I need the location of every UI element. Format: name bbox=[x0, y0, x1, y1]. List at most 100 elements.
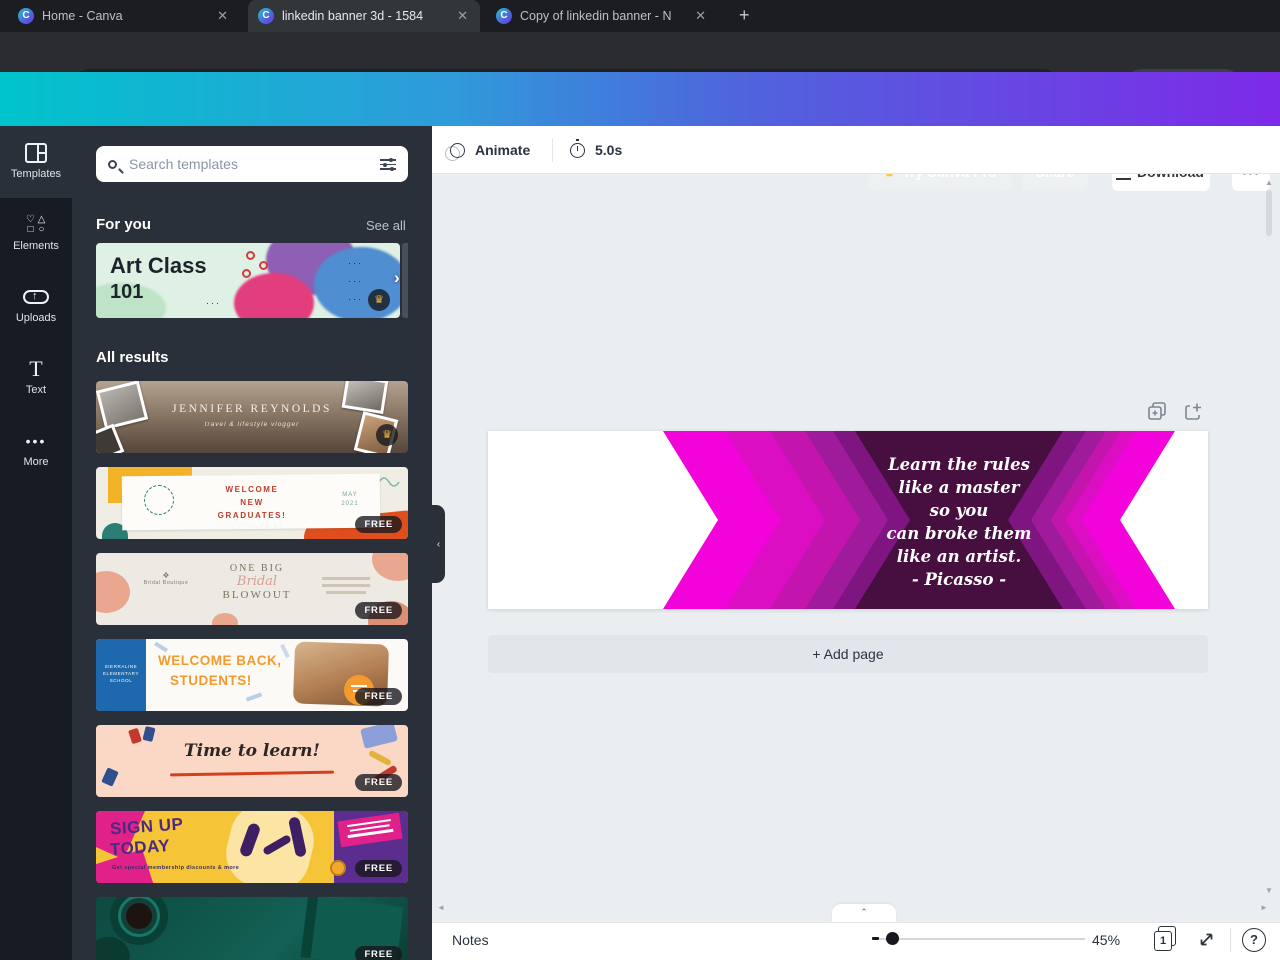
template-subtitle: travel & lifestyle vlogger bbox=[204, 421, 300, 428]
free-badge: FREE bbox=[355, 602, 402, 619]
template-title2: TODAY bbox=[109, 835, 171, 860]
vscroll-down-icon[interactable]: ▼ bbox=[1265, 886, 1273, 895]
hscroll-right-icon[interactable]: ► bbox=[1260, 903, 1268, 912]
free-badge: FREE bbox=[355, 946, 402, 960]
free-badge: FREE bbox=[355, 860, 402, 877]
animate-icon bbox=[445, 142, 465, 161]
template-learn[interactable]: Time to learn! FREE bbox=[96, 725, 408, 797]
see-all-link[interactable]: See all bbox=[366, 218, 406, 233]
search-input[interactable] bbox=[127, 155, 370, 173]
vscroll-up-icon[interactable]: ▲ bbox=[1265, 178, 1273, 187]
diamond-icon: ❖ bbox=[162, 571, 170, 580]
free-badge: FREE bbox=[355, 516, 402, 533]
sidebar-item-uploads[interactable]: Uploads bbox=[0, 270, 72, 342]
coin-icon bbox=[330, 860, 346, 876]
close-icon[interactable]: ✕ bbox=[215, 8, 230, 24]
notes-button[interactable]: Notes bbox=[452, 932, 489, 948]
add-page-label: + Add page bbox=[812, 646, 884, 662]
page-count-button[interactable]: 1 bbox=[1154, 926, 1176, 952]
template-title: ONE BIG Bridal BLOWOUT bbox=[222, 563, 292, 601]
more-dots-icon: ••• bbox=[25, 433, 47, 449]
bridal-logo: ❖ Bridal Boutique bbox=[136, 571, 196, 586]
statusbar-divider bbox=[1230, 928, 1231, 952]
status-bar bbox=[432, 922, 1280, 960]
timer-icon bbox=[570, 138, 585, 158]
pro-crown-badge: ♛ bbox=[368, 289, 390, 311]
sidebar-label: Uploads bbox=[15, 312, 57, 324]
search-box[interactable] bbox=[96, 146, 408, 182]
template-subtitle: Get special membership discounts & more bbox=[112, 865, 240, 871]
sidebar-label: Text bbox=[25, 384, 47, 396]
canva-header: ‹ Home File ♛ Resize All changes saved l… bbox=[0, 72, 1280, 191]
fullscreen-icon[interactable] bbox=[1198, 931, 1215, 953]
text-icon: T bbox=[29, 356, 43, 381]
upload-cloud-icon bbox=[0, 284, 72, 310]
free-badge: FREE bbox=[355, 774, 402, 791]
carousel-next-icon[interactable]: › bbox=[394, 268, 400, 288]
template-title2: STUDENTS! bbox=[170, 673, 252, 688]
vscroll-thumb[interactable] bbox=[1266, 190, 1272, 236]
tab-copy-design[interactable]: C Copy of linkedin banner - N ✕ bbox=[486, 0, 718, 32]
screen: C Home - Canva ✕ C linkedin banner 3d - … bbox=[0, 0, 1280, 960]
canva-favicon: C bbox=[496, 8, 512, 24]
duration-button[interactable]: 5.0s bbox=[570, 138, 623, 158]
design-page[interactable]: Learn the rules like a master so you can… bbox=[488, 431, 1208, 609]
sidebar-item-elements[interactable]: ♡ △ □ ○ Elements bbox=[0, 198, 72, 270]
all-results-heading: All results bbox=[96, 349, 169, 366]
template-signup[interactable]: SIGN UP TODAY Get special membership dis… bbox=[96, 811, 408, 883]
wreath-logo bbox=[144, 485, 174, 515]
duration-value: 5.0s bbox=[595, 142, 623, 158]
carousel-next-preview bbox=[402, 243, 408, 318]
sidebar-label: Templates bbox=[10, 168, 62, 180]
template-title: Time to learn! bbox=[183, 741, 320, 761]
art-class-sub: 101 bbox=[110, 281, 144, 303]
hscroll-left-icon[interactable]: ◄ bbox=[437, 903, 445, 912]
template-students[interactable]: SIERRALINE ELEMENTARY SCHOOL WELCOME BACK,… bbox=[96, 639, 408, 711]
canva-favicon: C bbox=[18, 8, 34, 24]
template-title: WELCOME NEW GRADUATES! bbox=[217, 485, 287, 520]
close-icon[interactable]: ✕ bbox=[693, 8, 708, 24]
canva-favicon: C bbox=[258, 8, 274, 24]
browser-toolbar: ← → ⟳ canva.com/design/DAEnkiDPd50/n0VbJ… bbox=[0, 32, 1280, 99]
template-graduates[interactable]: WELCOME NEW GRADUATES! MAY 2021 FREE bbox=[96, 467, 408, 539]
template-jennifer[interactable]: JENNIFER REYNOLDS travel & lifestyle vlo… bbox=[96, 381, 408, 453]
chevron-artwork bbox=[488, 431, 1208, 609]
zoom-slider-min-mark bbox=[872, 937, 879, 940]
duplicate-page-button[interactable] bbox=[1148, 402, 1167, 421]
template-bridal[interactable]: ❖ Bridal Boutique ONE BIG Bridal BLOWOUT… bbox=[96, 553, 408, 625]
tab-title: linkedin banner 3d - 1584 bbox=[282, 9, 424, 23]
zoom-slider-thumb[interactable] bbox=[886, 932, 899, 945]
zoom-level[interactable]: 45% bbox=[1092, 932, 1120, 948]
panel-collapse-handle[interactable]: ‹ bbox=[432, 505, 445, 583]
new-tab-button[interactable]: + bbox=[739, 6, 750, 24]
toolbar-divider bbox=[552, 138, 553, 162]
toolbar-collapse-tab[interactable]: ⌃ bbox=[832, 904, 896, 922]
sidebar-rail: Templates ♡△□○ Elements Uploads T Text •… bbox=[0, 126, 72, 960]
tab-title: Copy of linkedin banner - N bbox=[520, 9, 672, 23]
tab-home[interactable]: C Home - Canva ✕ bbox=[8, 0, 240, 32]
sidebar-item-text[interactable]: T Text bbox=[0, 342, 72, 414]
school-name: SIERRALINE ELEMENTARY SCHOOL bbox=[102, 664, 140, 683]
template-coffee[interactable]: FREE bbox=[96, 897, 408, 960]
page-count-value: 1 bbox=[1154, 931, 1172, 951]
add-page-button[interactable]: + Add page bbox=[488, 635, 1208, 673]
for-you-heading: For you bbox=[96, 216, 151, 233]
close-icon[interactable]: ✕ bbox=[455, 8, 470, 24]
zoom-slider-track[interactable] bbox=[876, 938, 1085, 940]
art-class-title: Art Class bbox=[110, 253, 207, 278]
add-page-icon-button[interactable] bbox=[1185, 402, 1204, 421]
browser-tab-strip: C Home - Canva ✕ C linkedin banner 3d - … bbox=[0, 0, 1280, 32]
tab-title: Home - Canva bbox=[42, 9, 123, 23]
pro-crown-badge: ♛ bbox=[376, 424, 398, 446]
help-button[interactable]: ? bbox=[1242, 928, 1266, 952]
template-art-class[interactable]: Art Class 101 ♛ bbox=[96, 243, 400, 318]
quote-text[interactable]: Learn the rules like a master so you can… bbox=[859, 453, 1059, 591]
sidebar-item-templates[interactable]: Templates bbox=[0, 126, 72, 198]
template-title: WELCOME BACK, bbox=[158, 653, 282, 668]
sidebar-label: More bbox=[23, 456, 49, 468]
animate-button[interactable]: Animate bbox=[445, 142, 530, 161]
tab-current-design[interactable]: C linkedin banner 3d - 1584 ✕ bbox=[248, 0, 480, 32]
sidebar-item-more[interactable]: ••• More bbox=[0, 414, 72, 486]
free-badge: FREE bbox=[355, 688, 402, 705]
filter-icon[interactable] bbox=[380, 158, 396, 171]
